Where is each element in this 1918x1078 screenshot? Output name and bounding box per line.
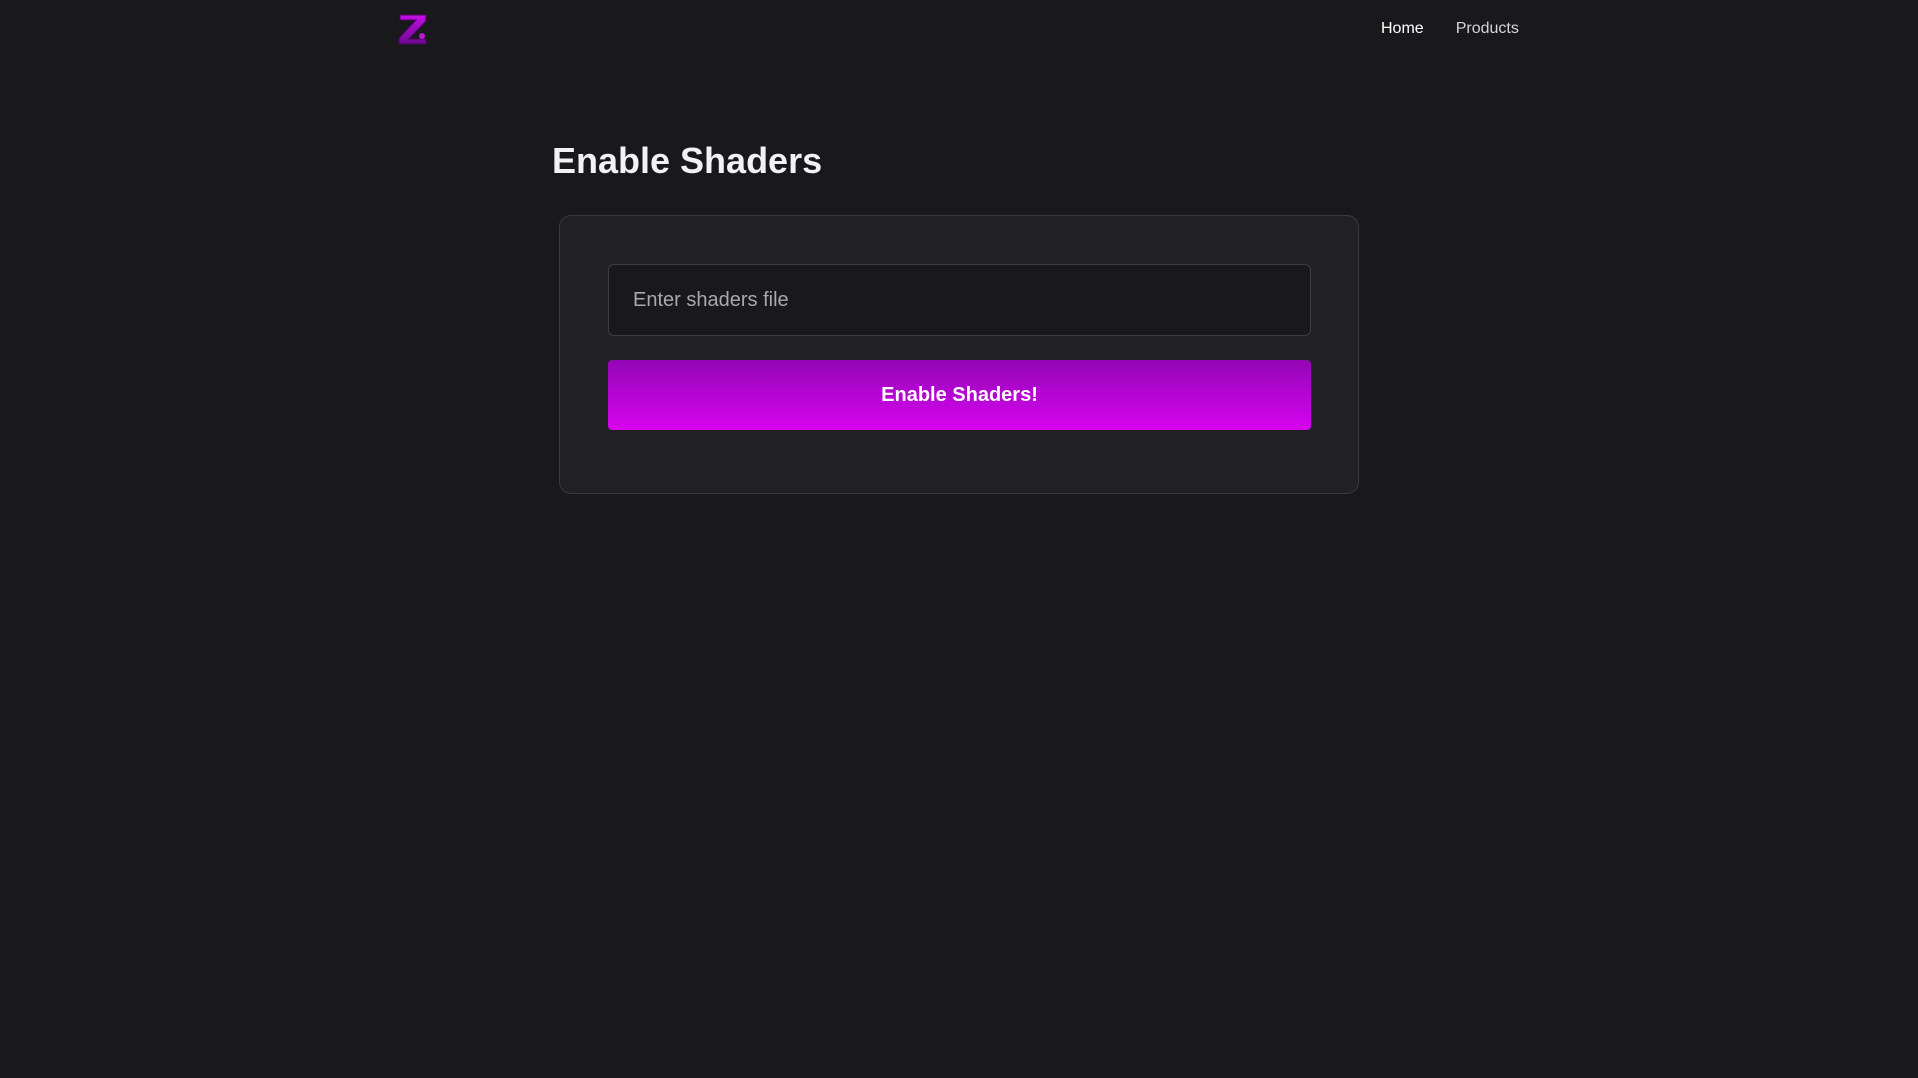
nav-links: Home Products — [1381, 20, 1519, 38]
top-navbar: Home Products — [0, 0, 1918, 60]
nav-link-home[interactable]: Home — [1381, 20, 1424, 38]
z-logo-icon — [398, 14, 427, 45]
page-title: Enable Shaders — [552, 140, 823, 181]
enable-shaders-button[interactable]: Enable Shaders! — [608, 360, 1311, 430]
shaders-file-input[interactable] — [608, 264, 1311, 336]
logo-link[interactable] — [397, 12, 429, 46]
shader-form-card: Enable Shaders! — [559, 215, 1359, 494]
nav-link-products[interactable]: Products — [1456, 20, 1519, 38]
